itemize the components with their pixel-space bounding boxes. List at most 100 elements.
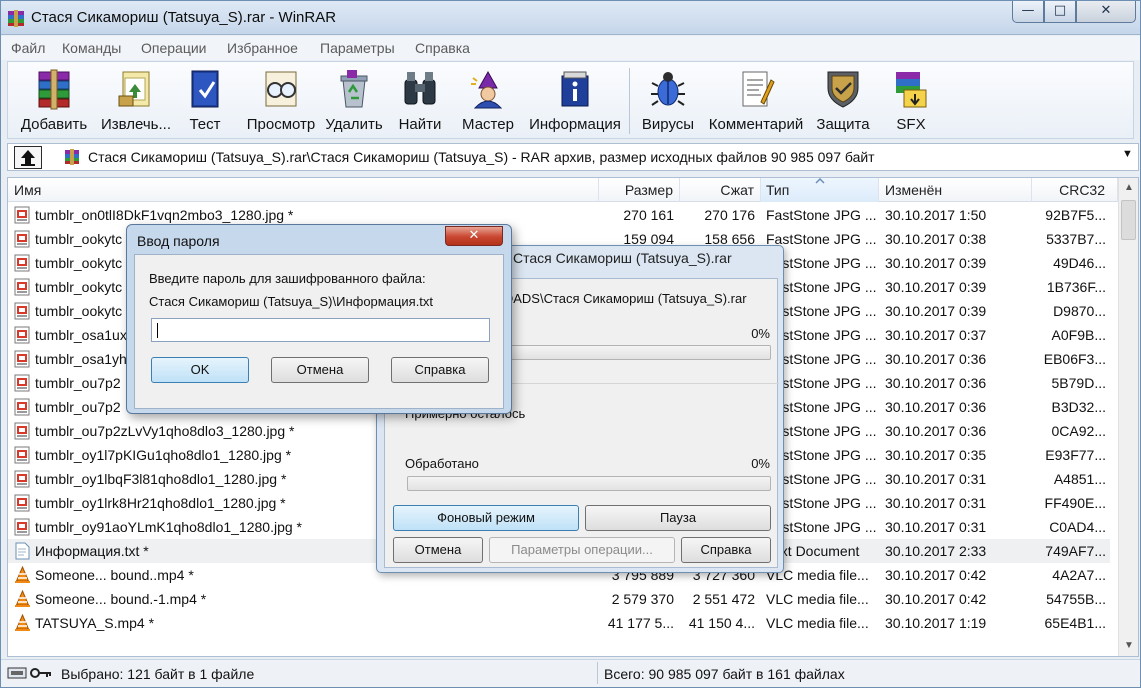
file-modified: 30.10.2017 0:36 [885,375,987,391]
file-modified: 30.10.2017 2:33 [885,543,987,559]
find-binoculars-icon [404,72,436,105]
column-name[interactable]: Имя [8,178,599,202]
menu-commands[interactable]: Команды [62,40,121,56]
jpg-file-icon [14,302,30,320]
column-type[interactable]: Тип [761,178,879,202]
sfx-button-label: SFX [896,116,926,133]
column-size[interactable]: Размер [599,178,680,202]
up-arrow-icon [21,150,35,166]
add-books-icon [38,69,70,110]
test-button-label: Тест [189,116,221,133]
menu-operations[interactable]: Операции [141,40,207,56]
menu-options[interactable]: Параметры [320,40,395,56]
add-button[interactable]: Добавить [21,64,87,138]
menu-file[interactable]: Файл [11,40,45,56]
jpg-file-icon [14,470,30,488]
status-selected: Выбрано: 121 байт в 1 файле [61,666,255,682]
column-modified[interactable]: Изменён [879,178,1032,202]
protect-button[interactable]: Защита [814,64,872,138]
file-modified: 30.10.2017 0:35 [885,447,987,463]
vertical-scrollbar[interactable]: ▲ ▼ [1118,178,1138,656]
menu-favorites[interactable]: Избранное [227,40,298,56]
maximize-button[interactable]: □ [1044,1,1076,23]
file-progress-percent: 0% [751,326,770,341]
menu-bar: Файл Команды Операции Избранное Параметр… [1,36,1140,60]
progress-archive-path: ...DADS\Стася Сикамориш (Tatsuya_S).rar [493,291,747,306]
file-name: TATSUYA_S.mp4 * [35,615,155,631]
password-input[interactable] [151,318,490,342]
file-packed: 270 176 [704,207,755,223]
file-crc: E93F77... [1045,447,1106,463]
password-help-button[interactable]: Справка [391,357,489,383]
add-button-label: Добавить [20,116,88,133]
file-modified: 30.10.2017 0:39 [885,279,987,295]
comment-button[interactable]: Комментарий [709,64,803,138]
scrollbar-thumb[interactable] [1121,200,1136,240]
file-crc: 5337B7... [1046,231,1106,247]
file-modified: 30.10.2017 0:38 [885,231,987,247]
progress-help-button[interactable]: Справка [681,537,771,563]
file-modified: 30.10.2017 0:31 [885,495,987,511]
processed-progress-bar [407,476,771,491]
find-button[interactable]: Найти [394,64,446,138]
file-modified: 30.10.2017 0:31 [885,471,987,487]
test-button[interactable]: Тест [180,64,230,138]
close-button[interactable]: ✕ [1076,1,1136,23]
background-mode-button[interactable]: Фоновый режим [393,505,579,531]
sfx-icon [896,72,927,108]
file-packed: 2 551 472 [692,591,755,607]
text-caret [157,323,158,338]
up-folder-button[interactable] [14,146,42,169]
ok-button[interactable]: OK [151,357,249,383]
wizard-button-label: Мастер [462,116,514,133]
scroll-up-icon[interactable]: ▲ [1119,178,1138,198]
info-button-label: Информация [529,116,621,133]
column-packed[interactable]: Сжат [680,178,761,202]
progress-cancel-button[interactable]: Отмена [393,537,483,563]
password-dialog-close-button[interactable]: ✕ [445,226,503,246]
file-crc: B3D32... [1051,399,1106,415]
info-button[interactable]: Информация [529,64,621,138]
scroll-down-icon[interactable]: ▼ [1119,636,1138,656]
extract-folder-icon [118,71,150,107]
file-modified: 30.10.2017 0:39 [885,303,987,319]
sfx-button[interactable]: SFX [886,64,936,138]
vlc-cone-icon [15,590,30,607]
file-row[interactable]: TATSUYA_S.mp4 * 41 177 5... 41 150 4... VLC… [8,611,1110,635]
file-crc: 49D46... [1053,255,1106,271]
jpg-file-icon [14,446,30,464]
vlc-cone-icon [15,614,30,631]
file-modified: 30.10.2017 0:42 [885,591,987,607]
extract-button-label: Извлечь... [100,116,171,133]
wizard-button[interactable]: Мастер [460,64,516,138]
virus-scan-button-label: Вирусы [641,116,695,133]
extract-button[interactable]: Извлечь... [100,64,172,138]
comment-button-label: Комментарий [708,116,804,133]
minimize-icon: — [1021,3,1035,18]
password-cancel-button[interactable]: Отмена [271,357,369,383]
pause-button[interactable]: Пауза [585,505,771,531]
view-button[interactable]: Просмотр [246,64,316,138]
file-crc: 65E4B1... [1044,615,1107,631]
delete-button[interactable]: Удалить [324,64,384,138]
menu-help[interactable]: Справка [415,40,470,56]
virus-scan-button[interactable]: Вирусы [640,64,696,138]
column-crc[interactable]: CRC32 [1032,178,1118,202]
processed-percent: 0% [751,456,770,471]
file-row[interactable]: Someone... bound.-1.mp4 * 2 579 370 2 551 … [8,587,1110,611]
file-modified: 30.10.2017 0:42 [885,567,987,583]
file-crc: 0CA92... [1051,423,1106,439]
title-bar[interactable]: Стася Сикамориш (Tatsuya_S).rar - WinRAR… [1,1,1140,35]
file-list-header: Имя Размер Сжат Тип Изменён CRC32 [8,178,1118,202]
find-button-label: Найти [398,116,442,133]
path-bar[interactable]: Стася Сикамориш (Tatsuya_S).rar\Стася Си… [7,143,1139,171]
jpg-file-icon [14,230,30,248]
operation-options-button[interactable]: Параметры операции... [489,537,675,563]
sort-ascending-icon [815,178,825,184]
file-modified: 30.10.2017 0:37 [885,327,987,343]
close-icon: ✕ [1100,3,1112,18]
jpg-file-icon [14,254,30,272]
path-dropdown-icon[interactable]: ▼ [1122,148,1134,166]
minimize-button[interactable]: — [1012,1,1044,23]
window-title: Стася Сикамориш (Tatsuya_S).rar - WinRAR [31,9,337,26]
